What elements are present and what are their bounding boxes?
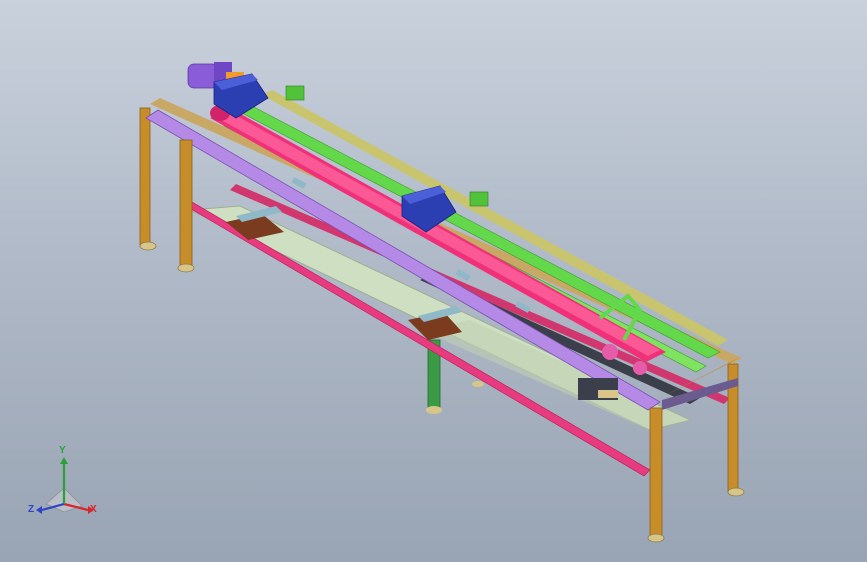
y-axis-head: [60, 457, 68, 464]
machine-assembly-model[interactable]: [0, 0, 867, 562]
rail-clip-2: [455, 269, 471, 281]
green-bearing-block-left: [285, 85, 305, 101]
orientation-triad[interactable]: Y X Z: [28, 445, 100, 520]
y-axis-label: Y: [59, 445, 66, 456]
right-front-leg: [647, 407, 665, 543]
left-front-leg: [177, 139, 195, 273]
z-axis-head: [36, 506, 42, 514]
left-back-leg: [139, 107, 157, 251]
top-rail-front: [145, 109, 661, 411]
rail-clip-1: [291, 177, 307, 189]
cad-viewport[interactable]: Y X Z: [0, 0, 867, 562]
z-axis-label: Z: [28, 504, 35, 515]
x-axis-label: X: [90, 504, 97, 515]
green-bearing-block-mid: [469, 191, 489, 207]
tray-foot: [472, 381, 484, 387]
